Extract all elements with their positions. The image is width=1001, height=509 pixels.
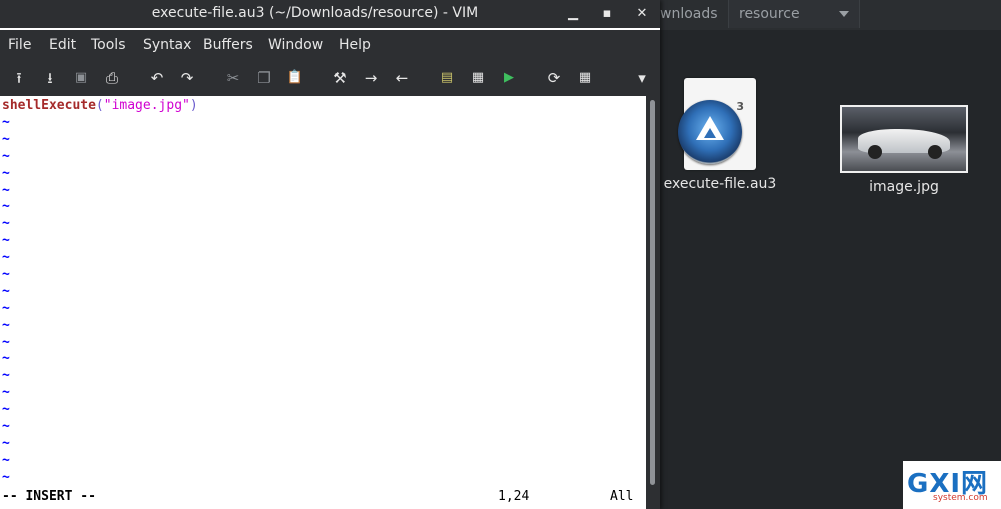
file-name: execute-file.au3 (663, 176, 777, 192)
save-session-icon[interactable]: ▦ (468, 68, 488, 88)
empty-line-tilde: ~ (2, 283, 10, 299)
empty-line-tilde: ~ (2, 131, 10, 147)
vim-window: execute-file.au3 (~/Downloads/resource) … (0, 0, 660, 509)
cursor-position: 1,24 (498, 489, 530, 504)
empty-line-tilde: ~ (2, 385, 10, 401)
empty-line-tilde: ~ (2, 115, 10, 130)
menu-edit[interactable]: Edit (49, 30, 76, 60)
tab-resource[interactable]: resource (728, 0, 860, 28)
maximize-icon[interactable]: ▪ (598, 5, 616, 23)
code-open-paren: ( (95, 98, 104, 113)
chevron-down-icon[interactable] (839, 11, 849, 17)
status-line: -- INSERT -- 1,24 All (0, 487, 646, 507)
cut-icon[interactable]: ✂ (223, 68, 243, 88)
menu-tools[interactable]: Tools (91, 30, 126, 60)
load-session-icon[interactable]: ▤ (437, 68, 457, 88)
empty-lines: ~ ~ ~ ~ ~ ~ ~ ~ ~ ~ ~ ~ ~ ~ ~ ~ ~ ~ ~ ~ ~ ~ (2, 115, 10, 487)
empty-line-tilde: ~ (2, 250, 10, 266)
save-icon[interactable]: ▣ (71, 68, 91, 88)
undo-icon[interactable]: ↶ (147, 68, 167, 88)
tab-downloads-label: wnloads (660, 6, 718, 22)
minimize-icon[interactable]: ▁ (564, 5, 582, 23)
menu-help[interactable]: Help (339, 30, 371, 60)
title-bar[interactable]: execute-file.au3 (~/Downloads/resource) … (0, 0, 660, 28)
empty-line-tilde: ~ (2, 165, 10, 181)
menu-syntax[interactable]: Syntax (143, 30, 191, 60)
file-manager-tabs: wnloads resource (640, 0, 1001, 30)
print-icon[interactable]: ⎙ (102, 68, 122, 88)
scrollbar-thumb[interactable] (650, 100, 655, 485)
code-function: shellExecute (2, 98, 96, 113)
menu-file[interactable]: File (8, 30, 31, 60)
toolbar: ⭱ ⭳ ▣ ⎙ ↶ ↷ ✂ ❐ 📋 ⚒ → ← ▤ ▦ ▶ ⟳ ▦ ▾ (0, 60, 660, 96)
save-download-icon[interactable]: ⭳ (40, 68, 60, 88)
tab-downloads[interactable]: wnloads (650, 0, 728, 28)
find-next-icon[interactable]: → (361, 68, 381, 88)
scroll-indicator: All (610, 489, 634, 504)
open-icon[interactable]: ⭱ (9, 68, 29, 88)
image-thumbnail (840, 105, 968, 173)
tags-icon[interactable]: ▦ (575, 68, 595, 88)
empty-line-tilde: ~ (2, 216, 10, 232)
empty-line-tilde: ~ (2, 452, 10, 468)
menu-buffers[interactable]: Buffers (203, 30, 253, 60)
empty-line-tilde: ~ (2, 368, 10, 384)
window-title: execute-file.au3 (~/Downloads/resource) … (151, 5, 479, 21)
paste-icon[interactable]: 📋 (285, 68, 305, 88)
text-editor[interactable]: shellExecute("image.jpg") ~ ~ ~ ~ ~ ~ ~ ~ ~ ~ ~ ~ ~ ~… (0, 96, 646, 509)
empty-line-tilde: ~ (2, 300, 10, 316)
make-icon[interactable]: ⟳ (544, 68, 564, 88)
empty-line-tilde: ~ (2, 317, 10, 333)
close-icon[interactable]: ✕ (633, 5, 651, 23)
tab-resource-label: resource (739, 6, 800, 22)
more-icon[interactable]: ▾ (632, 68, 652, 88)
code-close-paren: ) (189, 98, 198, 113)
autoit-logo-icon (678, 100, 742, 164)
empty-line-tilde: ~ (2, 199, 10, 215)
empty-line-tilde: ~ (2, 419, 10, 435)
autoit-file-icon: 3 (678, 78, 756, 170)
redo-icon[interactable]: ↷ (177, 68, 197, 88)
find-prev-icon[interactable]: ← (392, 68, 412, 88)
watermark-logo: GXI网 system.com (903, 461, 1001, 509)
replace-icon[interactable]: ⚒ (330, 68, 350, 88)
empty-line-tilde: ~ (2, 435, 10, 451)
run-script-icon[interactable]: ▶ (499, 68, 519, 88)
empty-line-tilde: ~ (2, 402, 10, 418)
file-name: image.jpg (869, 179, 939, 195)
empty-line-tilde: ~ (2, 351, 10, 367)
menu-bar: File Edit Tools Syntax Buffers Window He… (0, 30, 660, 60)
code-line-1[interactable]: shellExecute("image.jpg") (2, 98, 198, 113)
empty-line-tilde: ~ (2, 148, 10, 164)
empty-line-tilde: ~ (2, 469, 10, 485)
empty-line-tilde: ~ (2, 182, 10, 198)
file-item-image-jpg[interactable]: image.jpg (838, 105, 970, 195)
mode-indicator: -- INSERT -- (2, 489, 96, 504)
watermark-subtext: system.com (933, 493, 988, 503)
file-item-execute-au3[interactable]: 3 execute-file.au3 (662, 78, 778, 192)
code-string: "image.jpg" (103, 98, 190, 113)
empty-line-tilde: ~ (2, 267, 10, 283)
copy-icon[interactable]: ❐ (254, 68, 274, 88)
empty-line-tilde: ~ (2, 334, 10, 350)
menu-window[interactable]: Window (268, 30, 323, 60)
empty-line-tilde: ~ (2, 233, 10, 249)
